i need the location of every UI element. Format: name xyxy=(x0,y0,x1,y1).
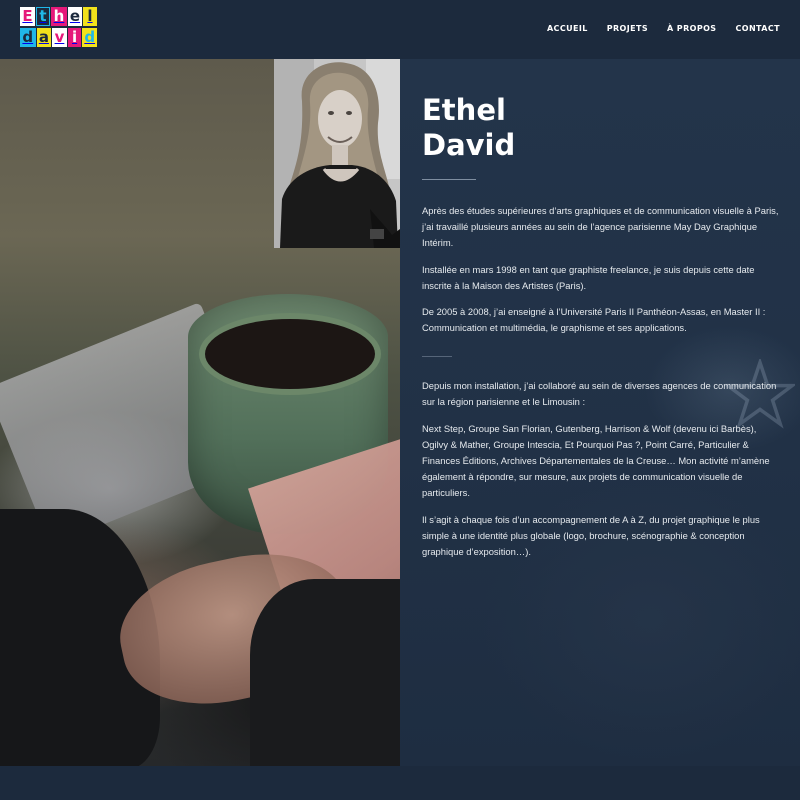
logo-row-1: E t h e l xyxy=(20,7,98,26)
paragraph: Il s’agit à chaque fois d’un accompagnem… xyxy=(422,514,760,557)
logo-letter: t xyxy=(36,7,50,26)
title-first-name: Ethel xyxy=(422,93,506,127)
footer-band xyxy=(0,766,800,800)
logo-letter: d xyxy=(82,28,97,47)
nav-item-accueil[interactable]: ACCUEIL xyxy=(547,24,588,33)
paragraph: Installée en mars 1998 en tant que graph… xyxy=(422,264,755,291)
logo-letter: h xyxy=(51,7,67,26)
logo-row-2: d a v i d xyxy=(20,28,98,47)
paragraph: Depuis mon installation, j’ai collaboré … xyxy=(422,380,777,407)
site-logo[interactable]: E t h e l d a v i d xyxy=(20,7,98,47)
section-divider xyxy=(422,356,452,357)
logo-letter: l xyxy=(83,7,97,26)
title-last-name: David xyxy=(422,128,516,162)
logo-letter: v xyxy=(52,28,67,47)
site-header: E t h e l d a v i d ACCUEIL PROJETS À PR… xyxy=(0,0,800,59)
photo-sleeve-shape xyxy=(250,579,400,766)
paragraph: Après des études supérieures d’arts grap… xyxy=(422,205,779,248)
logo-letter: e xyxy=(68,7,82,26)
photo-coffee-shape xyxy=(205,319,375,389)
nav-item-contact[interactable]: CONTACT xyxy=(735,24,780,33)
paragraph: Next Step, Groupe San Florian, Gutenberg… xyxy=(422,423,770,498)
paragraph: De 2005 à 2008, j’ai enseigné à l’Univer… xyxy=(422,306,766,333)
nav-item-projets[interactable]: PROJETS xyxy=(607,24,648,33)
title-divider xyxy=(422,179,476,180)
logo-letter: d xyxy=(20,28,36,47)
logo-letter: E xyxy=(20,7,35,26)
about-content: Ethel David Après des études supérieures… xyxy=(422,93,782,560)
logo-letter: i xyxy=(67,28,82,47)
portrait-photo xyxy=(274,59,400,248)
main-nav: ACCUEIL PROJETS À PROPOS CONTACT xyxy=(547,24,780,33)
page-title: Ethel David xyxy=(422,93,782,163)
logo-letter: a xyxy=(36,28,52,47)
nav-item-a-propos[interactable]: À PROPOS xyxy=(667,24,716,33)
portrait-illustration xyxy=(274,59,400,248)
